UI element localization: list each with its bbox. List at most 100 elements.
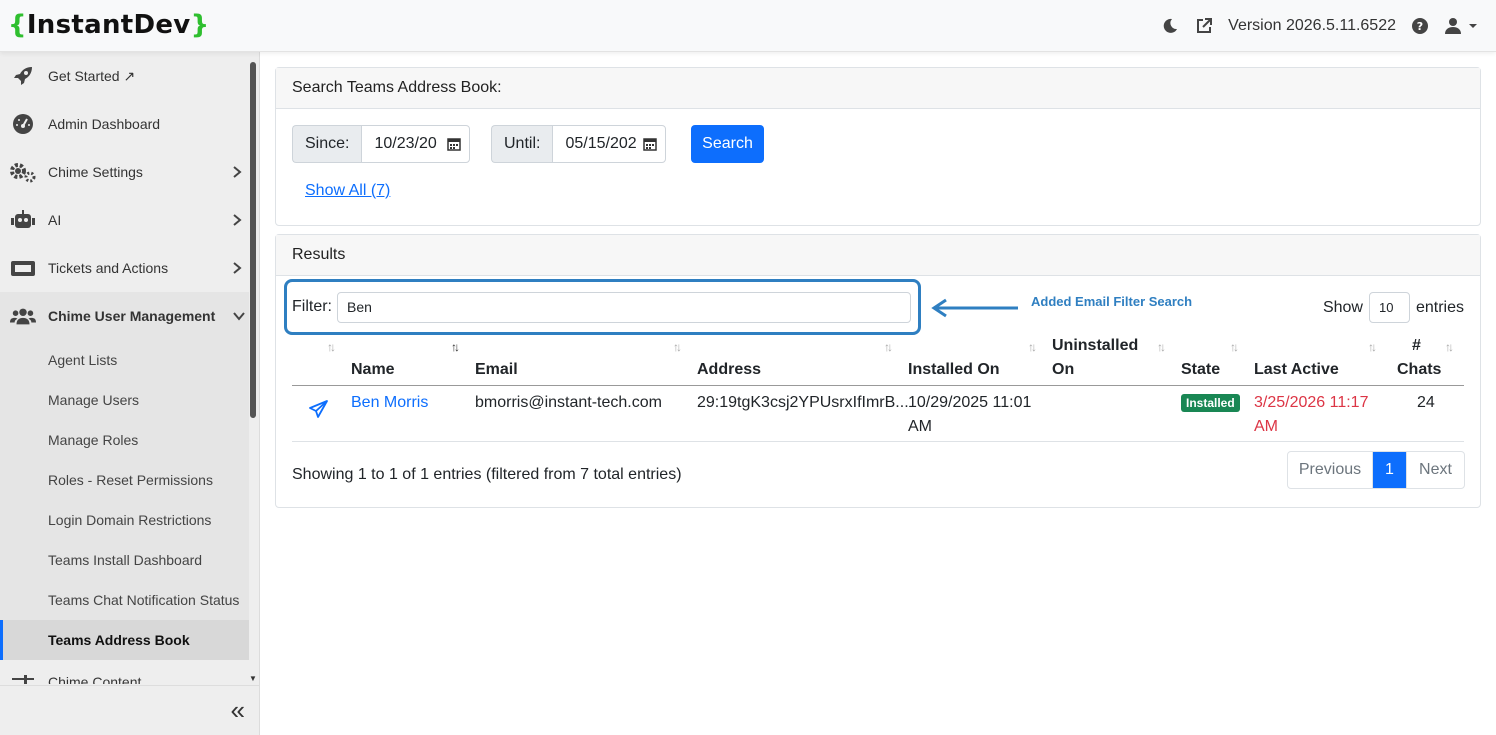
search-button[interactable]: Search xyxy=(691,125,764,163)
column-header-chats-hash[interactable]: # xyxy=(1412,337,1421,355)
pagination-next[interactable]: Next xyxy=(1407,452,1464,488)
sidebar-subitem-agent-lists[interactable]: Agent Lists xyxy=(0,340,249,380)
help-icon[interactable]: ? xyxy=(1410,16,1430,36)
results-card-title: Results xyxy=(276,235,1480,276)
app-logo[interactable]: {InstantDev} xyxy=(8,10,209,40)
sidebar-group-chime-user-management: Chime User Management Agent Lists Manage… xyxy=(0,292,249,660)
row-address: 29:19tgK3csj2YPUsrxIfImrB... xyxy=(697,394,909,411)
sidebar-scrollbar[interactable] xyxy=(250,62,256,418)
send-message-icon[interactable] xyxy=(309,400,328,418)
gauge-icon xyxy=(10,111,36,137)
search-card-title: Search Teams Address Book: xyxy=(276,68,1480,109)
filter-input[interactable]: Ben xyxy=(337,292,911,323)
dark-mode-moon-icon[interactable] xyxy=(1160,16,1180,36)
sidebar-subitem-teams-install-dashboard[interactable]: Teams Install Dashboard xyxy=(0,540,249,580)
sidebar-item-tickets-and-actions[interactable]: Tickets and Actions xyxy=(0,244,249,292)
sidebar-subitem-manage-roles[interactable]: Manage Roles xyxy=(0,420,249,460)
sort-icon[interactable]: ↑↓ xyxy=(1445,340,1454,354)
sort-icon[interactable]: ↑↓ xyxy=(673,340,682,354)
robot-icon xyxy=(10,207,36,233)
gears-icon xyxy=(10,159,36,185)
scroll-down-arrow-icon[interactable]: ▼ xyxy=(249,674,257,683)
user-menu-icon[interactable] xyxy=(1444,16,1480,36)
row-chats: 24 xyxy=(1417,394,1435,411)
since-input-group: Since: 10/23/20 xyxy=(292,125,471,163)
since-date-input[interactable]: 10/23/20 xyxy=(361,125,471,163)
sort-icon[interactable]: ↑↓ xyxy=(327,340,336,354)
page-length-select[interactable]: 10 xyxy=(1368,292,1410,323)
sidebar-item-admin-dashboard[interactable]: Admin Dashboard xyxy=(0,100,249,148)
external-link-icon[interactable] xyxy=(1194,16,1214,36)
row-divider xyxy=(292,441,1464,442)
sort-icon[interactable]: ↑↓ xyxy=(1230,340,1239,354)
sort-icon[interactable]: ↑↓ xyxy=(1157,340,1166,354)
chevron-right-icon xyxy=(233,262,242,274)
column-header-uninstalled-on[interactable]: Uninstalled xyxy=(1052,337,1138,355)
since-label: Since: xyxy=(292,125,362,163)
column-header-installed-on[interactable]: Installed On xyxy=(908,361,1000,379)
sidebar-subitem-manage-users[interactable]: Manage Users xyxy=(0,380,249,420)
calendar-icon[interactable] xyxy=(643,137,658,151)
header-divider xyxy=(292,385,1464,386)
status-badge: Installed xyxy=(1181,394,1240,412)
show-all-link[interactable]: Show All (7) xyxy=(305,182,390,200)
row-name-link[interactable]: Ben Morris xyxy=(351,391,428,415)
filter-label: Filter: xyxy=(292,298,332,315)
show-label: Show xyxy=(1322,298,1363,316)
pagination-previous[interactable]: Previous xyxy=(1288,452,1373,488)
sort-active-icon[interactable]: ↑↓ xyxy=(451,340,460,354)
sidebar: Get Started ↗ Admin Dashboard Chime Sett… xyxy=(0,52,260,735)
sort-icon[interactable]: ↑↓ xyxy=(1028,340,1037,354)
sidebar-item-ai[interactable]: AI xyxy=(0,196,249,244)
column-header-last-active[interactable]: Last Active xyxy=(1254,361,1339,379)
sidebar-item-label: Chime User Management xyxy=(48,308,216,324)
table-info: Showing 1 to 1 of 1 entries (filtered fr… xyxy=(292,466,682,483)
version-label: Version 2026.5.11.6522 xyxy=(1228,17,1396,34)
sidebar-collapse-bar: « xyxy=(0,685,259,735)
column-header-chats[interactable]: Chats xyxy=(1397,361,1441,379)
annotation-text: Added Email Filter Search xyxy=(1031,294,1193,309)
sidebar-item-chime-settings[interactable]: Chime Settings xyxy=(0,148,249,196)
until-date-input[interactable]: 05/15/202 xyxy=(552,125,667,163)
svg-text:?: ? xyxy=(1417,20,1423,33)
sidebar-item-label: Chime Content xyxy=(48,674,142,684)
chevron-down-icon xyxy=(233,312,245,321)
calendar-icon[interactable] xyxy=(447,137,462,151)
sort-icon[interactable]: ↑↓ xyxy=(884,340,893,354)
sidebar-item-chime-user-management[interactable]: Chime User Management xyxy=(0,292,249,340)
until-input-group: Until: 05/15/202 xyxy=(491,125,667,163)
sort-icon[interactable]: ↑↓ xyxy=(1368,340,1377,354)
chevron-right-icon xyxy=(233,166,242,178)
pagination: Previous 1 Next xyxy=(1287,451,1465,489)
sidebar-item-label: Tickets and Actions xyxy=(48,260,169,276)
sidebar-item-label: Chime Settings xyxy=(48,164,143,180)
sidebar-item-label: AI xyxy=(48,212,62,228)
rocket-icon xyxy=(10,63,36,89)
ticket-icon xyxy=(10,255,36,281)
column-header-uninstalled-on-line2[interactable]: On xyxy=(1052,361,1074,379)
row-last-active-line2: AM xyxy=(1254,418,1278,435)
sidebar-item-get-started[interactable]: Get Started ↗ xyxy=(0,52,249,100)
column-header-address[interactable]: Address xyxy=(697,361,761,379)
chevron-right-icon xyxy=(233,214,242,226)
sidebar-item-chime-content[interactable]: Chime Content xyxy=(0,660,249,684)
sidebar-subitem-teams-chat-notification-status[interactable]: Teams Chat Notification Status xyxy=(0,580,249,620)
row-installed-on-line2: AM xyxy=(908,418,932,435)
sidebar-subitem-login-domain-restrictions[interactable]: Login Domain Restrictions xyxy=(0,500,249,540)
page-length-control: Show 10 entries xyxy=(1323,292,1464,323)
column-header-name[interactable]: Name xyxy=(351,361,395,379)
sidebar-subitem-teams-address-book[interactable]: Teams Address Book xyxy=(0,620,249,660)
entries-label: entries xyxy=(1415,298,1464,316)
top-navbar: {InstantDev} Version 2026.5.11.6522 ? xyxy=(0,0,1496,52)
column-header-email[interactable]: Email xyxy=(475,361,518,379)
row-email: bmorris@instant-tech.com xyxy=(475,394,662,411)
sidebar-item-label: Get Started ↗ xyxy=(48,67,136,84)
row-installed-on: 10/29/2025 11:01 xyxy=(908,394,1032,411)
collapse-sidebar-icon[interactable]: « xyxy=(231,697,245,723)
sidebar-item-label: Admin Dashboard xyxy=(48,116,161,132)
pagination-page-1[interactable]: 1 xyxy=(1373,452,1407,488)
column-header-state[interactable]: State xyxy=(1181,361,1220,379)
row-last-active: 3/25/2026 11:17 xyxy=(1254,394,1369,411)
users-icon xyxy=(10,303,36,329)
sidebar-subitem-roles-reset-permissions[interactable]: Roles - Reset Permissions xyxy=(0,460,249,500)
